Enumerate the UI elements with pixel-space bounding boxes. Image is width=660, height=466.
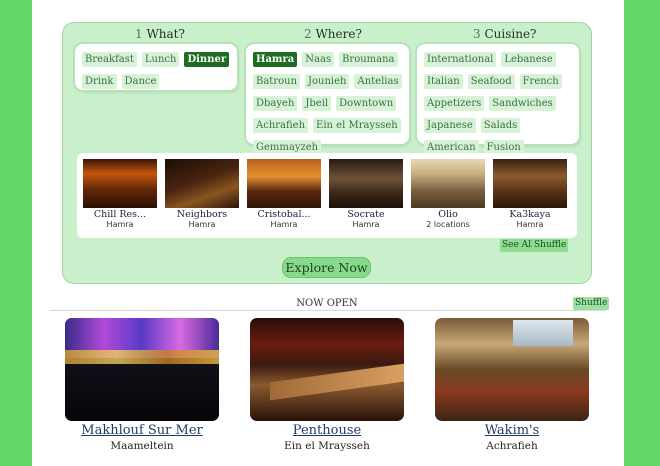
where-heading: 2 Where? (304, 27, 362, 41)
where-option-jbeil[interactable]: Jbeil (302, 96, 332, 111)
result-name[interactable]: Neighbors (165, 209, 239, 220)
card-title[interactable]: Wakim's (435, 423, 589, 439)
where-option-downtown[interactable]: Downtown (336, 96, 397, 111)
result-name[interactable]: Chill Res... (83, 209, 157, 220)
where-option-dbayeh[interactable]: Dbayeh (253, 96, 298, 111)
divider (50, 310, 606, 311)
restaurant-photo[interactable] (247, 159, 321, 208)
shuffle-button[interactable]: Shuffle (532, 239, 569, 252)
restaurant-finder-panel: 1 What? 2 Where? 3 Cuisine? Breakfast Lun… (62, 22, 592, 284)
restaurant-photo[interactable] (411, 159, 485, 208)
result-location: Hamra (188, 220, 216, 229)
result-item[interactable]: Olio 2 locations (411, 159, 485, 230)
result-item[interactable]: Neighbors Hamra (165, 159, 239, 230)
cuisine-option-japanese[interactable]: Japanese (424, 118, 476, 133)
cuisine-option-french[interactable]: French (519, 74, 562, 89)
card-location: Ein el Mraysseh (284, 440, 370, 452)
what-option-breakfast[interactable]: Breakfast (82, 52, 137, 67)
restaurant-photo[interactable] (83, 159, 157, 208)
now-open-card[interactable]: Penthouse Ein el Mraysseh (250, 318, 404, 453)
where-option-antelias[interactable]: Antelias (354, 74, 402, 89)
cuisine-option-seafood[interactable]: Seafood (467, 74, 515, 89)
light-strip (65, 350, 219, 364)
now-open-card[interactable]: Wakim's Achrafieh (435, 318, 589, 453)
page: 1 What? 2 Where? 3 Cuisine? Breakfast Lun… (32, 0, 624, 466)
where-option-ein-el-mraysseh[interactable]: Ein el Mraysseh (313, 118, 401, 133)
what-option-dinner[interactable]: Dinner (184, 52, 230, 67)
what-option-drink[interactable]: Drink (82, 74, 117, 89)
see-all-button[interactable]: See All (500, 239, 536, 252)
restaurant-photo[interactable] (329, 159, 403, 208)
card-location: Achrafieh (486, 440, 538, 452)
restaurant-photo[interactable] (65, 318, 219, 421)
where-option-naas[interactable]: Naas (302, 52, 335, 67)
result-location: Hamra (270, 220, 298, 229)
what-step-number: 1 (135, 27, 143, 41)
where-option-batroun[interactable]: Batroun (253, 74, 301, 89)
result-location: Hamra (352, 220, 380, 229)
card-title[interactable]: Penthouse (250, 423, 404, 439)
result-location: Hamra (516, 220, 544, 229)
result-name[interactable]: Ka3kaya (493, 209, 567, 220)
result-location: 2 locations (426, 220, 470, 229)
cuisine-option-appetizers[interactable]: Appetizers (424, 96, 485, 111)
restaurant-photo[interactable] (165, 159, 239, 208)
result-name[interactable]: Socrate (329, 209, 403, 220)
explore-now-button[interactable]: Explore Now (282, 257, 371, 278)
card-location: Maameltein (110, 440, 174, 452)
results-strip: Chill Res... Hamra Neighbors Hamra Crist… (77, 153, 577, 238)
now-open-shuffle-button[interactable]: Shuffle (573, 297, 610, 310)
cuisine-label: Cuisine? (484, 27, 537, 41)
result-item[interactable]: Chill Res... Hamra (83, 159, 157, 230)
where-label: Where? (315, 27, 362, 41)
cuisine-option-sandwiches[interactable]: Sandwiches (489, 96, 556, 111)
bar-counter (270, 363, 404, 401)
where-step-number: 2 (304, 27, 312, 41)
result-location: Hamra (106, 220, 134, 229)
cuisine-step-number: 3 (473, 27, 481, 41)
window (513, 320, 573, 346)
what-option-dance[interactable]: Dance (121, 74, 160, 89)
result-name[interactable]: Olio (411, 209, 485, 220)
where-option-achrafieh[interactable]: Achrafieh (253, 118, 309, 133)
now-open-card[interactable]: Makhlouf Sur Mer Maameltein (65, 318, 219, 453)
where-option-hamra[interactable]: Hamra (253, 52, 298, 67)
restaurant-photo[interactable] (250, 318, 404, 421)
cuisine-option-lebanese[interactable]: Lebanese (501, 52, 556, 67)
result-item[interactable]: Ka3kaya Hamra (493, 159, 567, 230)
card-title[interactable]: Makhlouf Sur Mer (65, 423, 219, 439)
result-item[interactable]: Cristobal... Hamra (247, 159, 321, 230)
restaurant-photo[interactable] (435, 318, 589, 421)
what-heading: 1 What? (135, 27, 185, 41)
cuisine-option-international[interactable]: International (424, 52, 497, 67)
water-reflection (65, 364, 219, 421)
where-option-broumana[interactable]: Broumana (339, 52, 398, 67)
result-item[interactable]: Socrate Hamra (329, 159, 403, 230)
now-open-heading: NOW OPEN (296, 298, 358, 309)
cuisine-options: International Lebanese Italian Seafood Frenc… (417, 44, 579, 177)
where-options: Hamra Naas Broumana Batroun Jounieh Antelias D… (246, 44, 409, 155)
what-label: What? (146, 27, 185, 41)
cuisine-option-italian[interactable]: Italian (424, 74, 463, 89)
result-name[interactable]: Cristobal... (247, 209, 321, 220)
restaurant-photo[interactable] (493, 159, 567, 208)
cuisine-option-salads[interactable]: Salads (480, 118, 521, 133)
cuisine-heading: 3 Cuisine? (473, 27, 536, 41)
where-option-jounieh[interactable]: Jounieh (305, 74, 350, 89)
what-option-lunch[interactable]: Lunch (141, 52, 180, 67)
what-options: Breakfast Lunch Dinner Drink Dance (75, 44, 237, 90)
